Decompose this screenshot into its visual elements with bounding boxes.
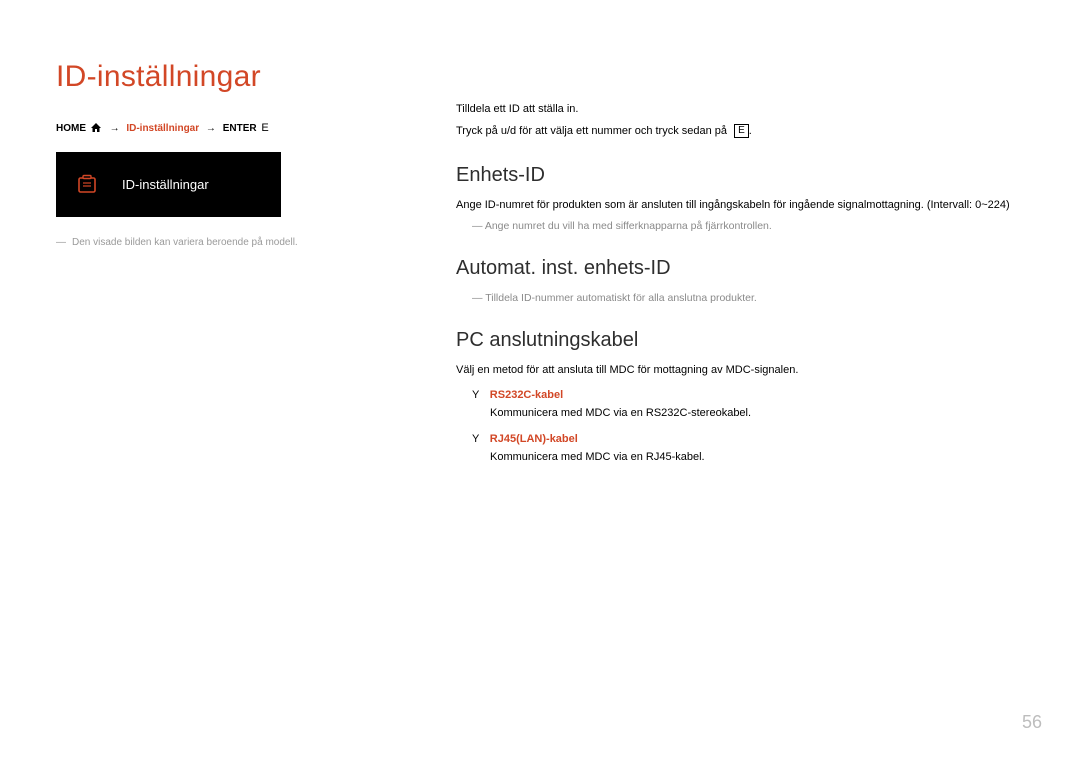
breadcrumb-home: HOME <box>56 123 86 134</box>
cable-option-desc: Kommunicera med MDC via en RS232C-stereo… <box>490 405 1024 423</box>
intro-line-1: Tilldela ett ID att ställa in. <box>456 100 1024 120</box>
section-text: Välj en metod för att ansluta till MDC f… <box>456 362 1024 380</box>
breadcrumb-arrow-icon: → <box>206 123 216 134</box>
section-auto-id: Automat. inst. enhets-ID ― Tilldela ID-n… <box>456 257 1024 307</box>
section-note-text: Ange numret du vill ha med sifferknappar… <box>485 220 772 232</box>
page-title: ID-inställningar <box>56 60 416 94</box>
section-heading: PC anslutningskabel <box>456 329 1024 352</box>
id-settings-icon <box>74 172 100 198</box>
bullet-icon: Y <box>472 389 479 401</box>
section-enhets-id: Enhets-ID Ange ID-numret för produkten s… <box>456 164 1024 235</box>
home-icon <box>91 123 101 132</box>
disclaimer-dash: ― <box>56 237 66 248</box>
breadcrumb-enter: ENTER <box>223 123 257 134</box>
cable-option: Y RJ45(LAN)-kabel Kommunicera med MDC vi… <box>472 429 1024 467</box>
section-text: Ange ID-numret för produkten som är ansl… <box>456 197 1024 215</box>
breadcrumb-arrow-icon: → <box>110 123 120 134</box>
enter-key-icon: E <box>734 124 749 138</box>
section-note-text: Tilldela ID-nummer automatiskt för alla … <box>485 292 757 304</box>
intro-line-2: Tryck på u/d för att välja ett nummer oc… <box>456 122 1024 142</box>
cable-option-desc: Kommunicera med MDC via en RJ45-kabel. <box>490 449 1024 467</box>
thumbnail-panel: ID-inställningar <box>56 152 281 217</box>
disclaimer: ― Den visade bilden kan variera beroende … <box>56 237 416 248</box>
breadcrumb-current: ID-inställningar <box>126 123 199 134</box>
section-pc-cable: PC anslutningskabel Välj en metod för at… <box>456 329 1024 467</box>
bullet-icon: Y <box>472 433 479 445</box>
section-note: ― Tilldela ID-nummer automatiskt för all… <box>472 290 1024 307</box>
cable-option: Y RS232C-kabel Kommunicera med MDC via e… <box>472 385 1024 423</box>
cable-option-name: RS232C-kabel <box>490 389 563 401</box>
section-note: ― Ange numret du vill ha med sifferknapp… <box>472 218 1024 235</box>
section-heading: Enhets-ID <box>456 164 1024 187</box>
enter-icon: E <box>261 122 268 134</box>
breadcrumb: HOME → ID-inställningar → ENTER E <box>56 122 416 134</box>
disclaimer-text: Den visade bilden kan variera beroende p… <box>72 237 298 248</box>
cable-option-name: RJ45(LAN)-kabel <box>490 433 578 445</box>
thumbnail-label: ID-inställningar <box>122 177 209 192</box>
intro-line-2-text: Tryck på u/d för att välja ett nummer oc… <box>456 125 730 137</box>
section-heading: Automat. inst. enhets-ID <box>456 257 1024 280</box>
page-number: 56 <box>1022 712 1042 733</box>
